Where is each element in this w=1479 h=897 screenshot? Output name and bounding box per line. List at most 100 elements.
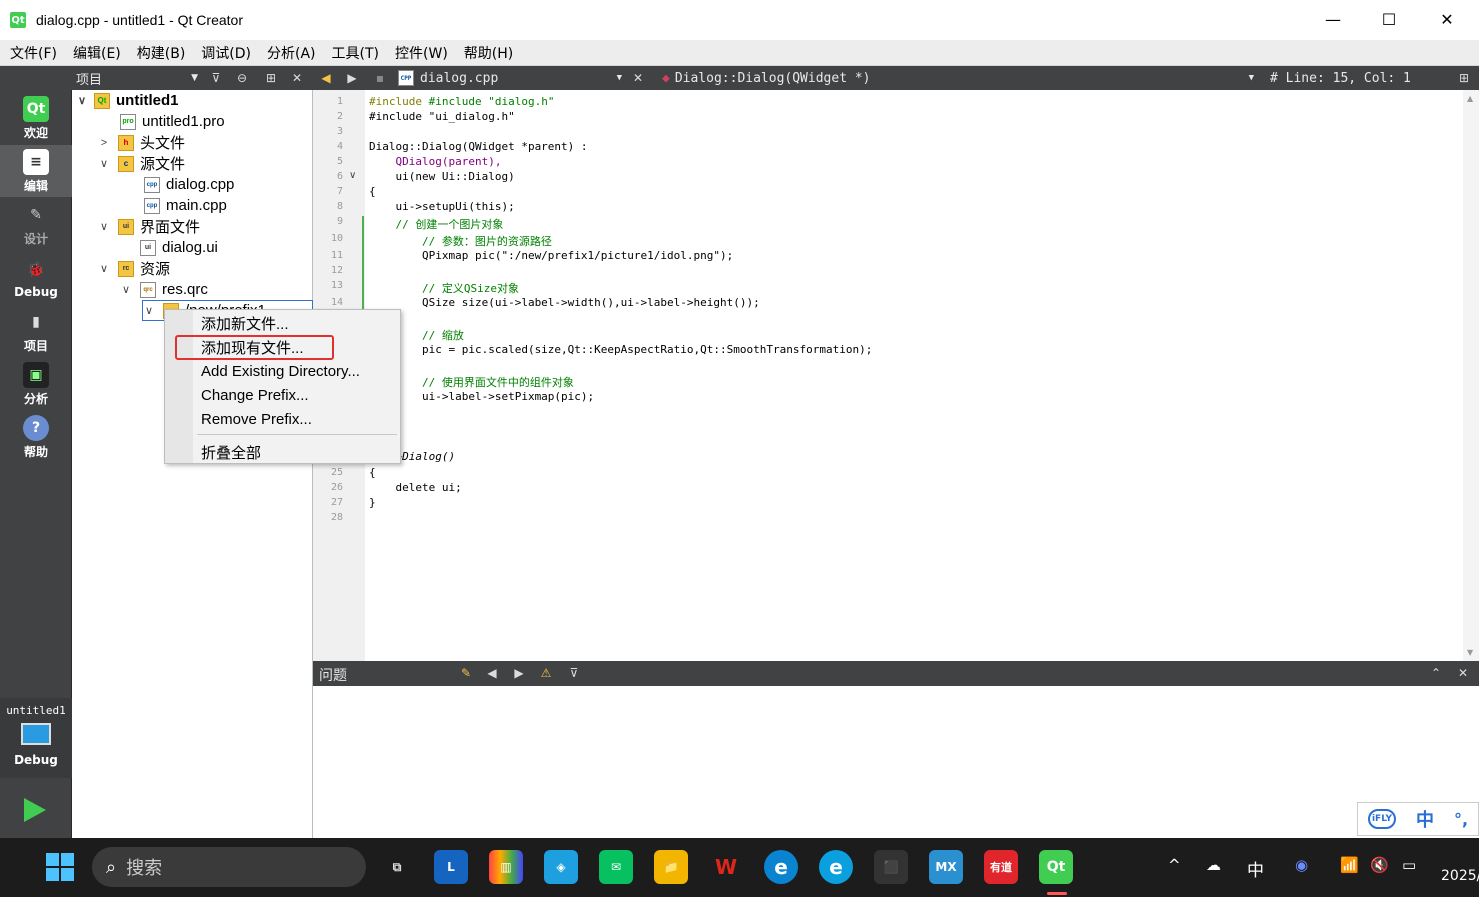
mode-edit[interactable]: ≡ 编辑	[0, 145, 72, 197]
scroll-up-icon[interactable]: ▲	[1467, 94, 1473, 103]
battery-icon[interactable]: ▭	[1402, 856, 1416, 874]
menu-item-add-new-file[interactable]: 添加新文件...	[201, 312, 289, 334]
maximize-panel-icon[interactable]: ⌃	[1427, 664, 1445, 682]
tree-item-main-cpp[interactable]: cpp main.cpp	[144, 195, 227, 216]
menu-item-change-prefix[interactable]: Change Prefix...	[201, 384, 309, 406]
menu-item-collapse-all[interactable]: 折叠全部	[201, 441, 261, 463]
clock[interactable]: 2025/	[1441, 868, 1479, 884]
chevron-down-icon[interactable]: ∨	[120, 283, 132, 296]
edge-icon[interactable]: e	[764, 850, 798, 884]
lenovo-app-icon[interactable]: L	[434, 850, 468, 884]
menu-help[interactable]: 帮助(H)	[456, 43, 521, 63]
recycle-app-icon[interactable]: ◈	[544, 850, 578, 884]
youdao-icon[interactable]: 有道	[984, 850, 1018, 884]
maximize-button[interactable]: ☐	[1360, 0, 1418, 38]
menu-debug[interactable]: 调试(D)	[193, 43, 259, 63]
ifly-logo-icon: iFLY	[1367, 809, 1397, 829]
ime-indicator[interactable]: 中	[1247, 856, 1264, 881]
chevron-down-icon[interactable]: ∨	[76, 94, 88, 107]
volume-muted-icon[interactable]: 🔇	[1370, 856, 1389, 874]
tree-item-pro-file[interactable]: pro untitled1.pro	[120, 111, 225, 132]
mode-welcome[interactable]: Qt 欢迎	[0, 92, 72, 144]
chevron-down-icon[interactable]: ∨	[98, 157, 110, 170]
menu-build[interactable]: 构建(B)	[129, 43, 194, 63]
ime-language[interactable]: 中	[1416, 806, 1434, 832]
link-icon[interactable]: ⊖	[233, 69, 251, 87]
file-explorer-icon[interactable]: 📁	[654, 850, 688, 884]
close-button[interactable]: ✕	[1418, 0, 1476, 38]
code-line: #include #include "dialog.h"	[369, 95, 555, 108]
filter-icon[interactable]: ⊽	[565, 664, 583, 682]
menu-item-remove-prefix[interactable]: Remove Prefix...	[201, 408, 312, 430]
mode-design[interactable]: ✎ 设计	[0, 198, 72, 250]
menu-file[interactable]: 文件(F)	[2, 43, 65, 63]
mode-debug[interactable]: 🐞 Debug	[0, 252, 72, 304]
tree-item-forms[interactable]: ∨ ui 界面文件	[98, 216, 200, 237]
code-line: {	[369, 185, 376, 198]
mobaxterm-icon[interactable]: MX	[929, 850, 963, 884]
cursor-position: # Line: 15, Col: 1	[1270, 70, 1411, 86]
mode-projects[interactable]: ▮ 项目	[0, 305, 72, 357]
menu-analyze[interactable]: 分析(A)	[259, 43, 324, 63]
tree-item-res-qrc[interactable]: ∨ qrc res.qrc	[120, 279, 208, 300]
menu-item-add-existing-directory[interactable]: Add Existing Directory...	[201, 360, 360, 382]
split-editor-icon[interactable]: ⊞	[1455, 69, 1473, 87]
mode-help[interactable]: ? 帮助	[0, 411, 72, 463]
clear-icon[interactable]: ✎	[457, 664, 475, 682]
close-panel-icon[interactable]: ✕	[1454, 664, 1472, 682]
forward-icon[interactable]: ▶	[343, 69, 361, 87]
chevron-up-icon[interactable]: ^	[1168, 856, 1181, 874]
qt-creator-taskbar-icon[interactable]: Qt	[1039, 850, 1073, 884]
windows-start-icon[interactable]	[46, 853, 74, 881]
edge-ai-icon[interactable]: e	[819, 850, 853, 884]
tree-item-sources[interactable]: ∨ c 源文件	[98, 153, 185, 174]
menu-edit[interactable]: 编辑(E)	[65, 43, 129, 63]
back-icon[interactable]: ◀	[317, 69, 335, 87]
menu-tools[interactable]: 工具(T)	[324, 43, 387, 63]
file-selector[interactable]: CPP dialog.cpp ▼	[398, 69, 624, 87]
chevron-down-icon: ▼	[191, 73, 198, 83]
code-editor[interactable]: 1 2 3 4 5 6 7 8 9 10 11 12 13 14 25 26 2…	[313, 90, 1479, 661]
line-number: 1	[336, 96, 343, 107]
minimize-button[interactable]: —	[1304, 0, 1362, 38]
fold-chevron-icon[interactable]: ∨	[349, 170, 356, 181]
colorful-app-icon[interactable]: ▥	[489, 850, 523, 884]
vertical-scrollbar[interactable]: ▲ ▼	[1463, 90, 1479, 661]
tree-item-resources[interactable]: ∨ rc 资源	[98, 258, 170, 279]
task-view-icon[interactable]: ⧉	[380, 850, 414, 884]
next-icon[interactable]: ▶	[510, 664, 528, 682]
close-pane-icon[interactable]: ✕	[288, 69, 306, 87]
tree-item-label: 源文件	[140, 156, 186, 173]
tree-item-dialog-ui[interactable]: ui dialog.ui	[140, 237, 218, 258]
line-number: 12	[330, 265, 343, 276]
kit-selector[interactable]: untitled1 Debug	[0, 698, 72, 778]
onedrive-icon[interactable]: ☁	[1206, 856, 1221, 874]
ime-toolbar[interactable]: iFLY 中 °,	[1357, 802, 1479, 836]
mode-analyze[interactable]: ▣ 分析	[0, 358, 72, 410]
wifi-icon[interactable]: 📶	[1340, 856, 1359, 874]
menu-controls[interactable]: 控件(W)	[387, 43, 456, 63]
warning-icon[interactable]: ⚠	[537, 664, 555, 682]
filter-icon[interactable]: ⊽	[207, 69, 225, 87]
ifly-tray-icon[interactable]: ◉	[1295, 856, 1308, 874]
wechat-icon[interactable]: ✉	[599, 850, 633, 884]
project-view-selector[interactable]: 项目 ▼	[76, 69, 200, 88]
symbol-selector[interactable]: ◆ Dialog::Dialog(QWidget *) ▼	[662, 69, 1256, 87]
close-document-icon[interactable]: ✕	[629, 69, 647, 87]
wps-icon[interactable]: W	[709, 850, 743, 884]
tree-item-project[interactable]: ∨ Qt untitled1	[76, 90, 306, 111]
tree-item-dialog-cpp[interactable]: cpp dialog.cpp	[144, 174, 234, 195]
run-icon[interactable]	[24, 798, 46, 822]
ime-punctuation[interactable]: °,	[1454, 810, 1468, 829]
chevron-down-icon[interactable]: ∨	[143, 304, 155, 317]
app-box-icon[interactable]: ⬛	[874, 850, 908, 884]
chevron-right-icon[interactable]: >	[98, 137, 110, 149]
chevron-down-icon[interactable]: ∨	[98, 220, 110, 233]
previous-icon[interactable]: ◀	[483, 664, 501, 682]
chevron-down-icon[interactable]: ∨	[98, 262, 110, 275]
taskbar-search[interactable]: ⌕ 搜索	[92, 847, 366, 887]
tree-item-label: 头文件	[140, 135, 186, 152]
scroll-down-icon[interactable]: ▼	[1467, 648, 1473, 657]
tree-item-headers[interactable]: > h 头文件	[98, 132, 185, 153]
split-icon[interactable]: ⊞	[262, 69, 280, 87]
